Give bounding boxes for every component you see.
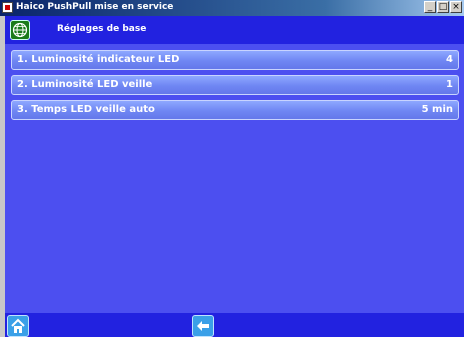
setting-row-standby-led-brightness[interactable]: 2. Luminosité LED veille 1 xyxy=(11,75,459,95)
window-title: Haico PushPull mise en service xyxy=(16,2,174,12)
setting-value: 5 min xyxy=(421,104,453,115)
header-bar: Réglages de base xyxy=(5,16,464,44)
app-main: Réglages de base 1. Luminosité indicateu… xyxy=(5,16,464,337)
setting-row-auto-standby-time[interactable]: 3. Temps LED veille auto 5 min xyxy=(11,100,459,120)
minimize-button[interactable]: _ xyxy=(424,1,436,13)
setting-value: 4 xyxy=(446,54,453,65)
home-icon xyxy=(11,318,25,333)
maximize-button[interactable]: □ xyxy=(437,1,449,13)
close-button[interactable]: × xyxy=(450,1,462,13)
footer-bar xyxy=(5,313,464,337)
globe-icon[interactable] xyxy=(10,20,30,40)
back-arrow-icon xyxy=(197,321,209,331)
setting-row-led-brightness[interactable]: 1. Luminosité indicateur LED 4 xyxy=(11,50,459,70)
setting-label: 1. Luminosité indicateur LED xyxy=(17,54,180,65)
setting-label: 2. Luminosité LED veille xyxy=(17,79,153,90)
home-button[interactable] xyxy=(7,315,29,337)
window-controls: _ □ × xyxy=(424,1,462,13)
setting-label: 3. Temps LED veille auto xyxy=(17,104,155,115)
settings-list: 1. Luminosité indicateur LED 4 2. Lumino… xyxy=(11,50,459,125)
window-titlebar[interactable]: Haico PushPull mise en service _ □ × xyxy=(0,0,464,16)
back-button[interactable] xyxy=(192,315,214,337)
app-icon xyxy=(2,2,13,13)
page-title: Réglages de base xyxy=(57,24,147,34)
setting-value: 1 xyxy=(446,79,453,90)
